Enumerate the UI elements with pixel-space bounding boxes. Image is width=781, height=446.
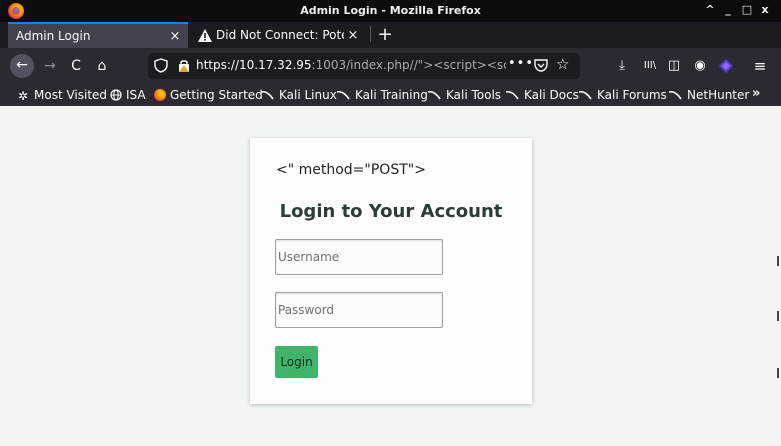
bookmark-kali-tools[interactable]: Kali Tools [427,87,501,103]
bookmark-label: NetHunter [687,88,750,102]
password-input[interactable] [275,292,443,328]
tab-label: Did Not Connect: Potentia [216,28,344,42]
scrollbar-mark [777,368,779,378]
kali-dragon-icon [578,90,592,100]
bookmark-isa[interactable]: ISA [110,87,146,103]
bookmark-most-visited[interactable]: ✲ Most Visited [18,87,107,103]
bookmark-getting-started[interactable]: Getting Started [154,87,263,103]
login-card: <" method="POST"> Login to Your Account … [250,138,532,404]
bookmark-kali-linux[interactable]: Kali Linux [260,87,337,103]
gear-icon: ✲ [18,89,29,103]
bookmark-kali-docs[interactable]: Kali Docs [505,87,579,103]
bookmark-label: Kali Training [355,88,428,102]
globe-icon [110,89,122,101]
page-actions-button[interactable]: ••• [508,56,534,71]
bookmark-label: Kali Tools [446,88,502,102]
username-input[interactable] [275,239,443,275]
scrollbar-mark [777,311,779,321]
new-tab-button[interactable]: + [374,22,396,48]
tab-label: Admin Login [16,29,91,43]
window-close-button[interactable]: x [757,3,773,16]
kali-dragon-icon [668,90,682,100]
tab-separator [370,26,371,42]
back-button[interactable]: ← [10,54,34,78]
url-text[interactable]: https://10.17.32.95:1003/index.php//"><s… [196,58,506,72]
tab-close-icon[interactable]: × [166,29,184,44]
url-host: https://10.17.32.95 [196,58,312,72]
home-button[interactable]: ⌂ [90,54,114,78]
scrollbar-mark [777,256,779,266]
bookmark-label: Kali Docs [524,88,579,102]
pocket-icon[interactable] [534,58,548,72]
bookmark-nethunter[interactable]: NetHunter [668,87,749,103]
url-bar[interactable]: https://10.17.32.95:1003/index.php//"><s… [148,53,580,79]
kali-dragon-icon [260,90,274,100]
login-button[interactable]: Login [275,346,318,378]
tab-close-icon[interactable]: × [344,28,362,43]
account-icon[interactable]: ◉ [692,58,708,74]
injected-stray-text: <" method="POST"> [276,162,426,178]
menu-icon[interactable]: ≡ [752,58,768,74]
downloads-icon[interactable]: ⤓ [614,58,630,74]
tab-strip: Admin Login × Did Not Connect: Potentia … [0,22,781,48]
bookmark-kali-training[interactable]: Kali Training [336,87,428,103]
forward-button[interactable]: → [38,54,62,78]
window-titlebar: Admin Login - Mozilla Firefox ^ _ □ x [0,0,781,22]
window-maximize-button[interactable]: □ [739,3,755,16]
window-up-button[interactable]: ^ [702,3,718,16]
window-title: Admin Login - Mozilla Firefox [300,4,481,17]
page-content: <" method="POST"> Login to Your Account … [0,106,781,446]
navigation-toolbar: ← → C ⌂ https://10.17.32.95:1003/index.p… [0,48,781,84]
bookmarks-toolbar: ✲ Most Visited ISA Getting Started Kali … [0,84,781,106]
bookmark-label: ISA [126,88,146,102]
library-icon[interactable]: III\ [640,58,660,74]
bookmark-label: Getting Started [170,88,263,102]
warning-icon [198,28,212,42]
tab-admin-login[interactable]: Admin Login × [8,22,188,48]
sidebar-icon[interactable]: ◫ [666,58,682,74]
url-path: :1003/index.php//"><script><script> [311,58,506,72]
page-title: Login to Your Account [279,201,503,222]
reload-button[interactable]: C [64,54,88,78]
bookmark-star-button[interactable]: ☆ [556,55,569,73]
tracking-shield-icon[interactable] [154,58,168,73]
bookmark-label: Most Visited [34,88,108,102]
bookmark-label: Kali Forums [597,88,667,102]
extension-icon[interactable] [718,58,734,74]
tab-did-not-connect[interactable]: Did Not Connect: Potentia × [190,22,366,48]
window-minimize-button[interactable]: _ [720,3,736,16]
bookmark-label: Kali Linux [279,88,337,102]
kali-dragon-icon [336,90,350,100]
bookmarks-overflow-button[interactable]: » [752,86,760,101]
insecure-lock-icon[interactable] [178,59,190,72]
firefox-icon [154,89,166,101]
kali-dragon-icon [427,90,441,100]
bookmark-kali-forums[interactable]: Kali Forums [578,87,667,103]
kali-dragon-icon [505,90,519,100]
